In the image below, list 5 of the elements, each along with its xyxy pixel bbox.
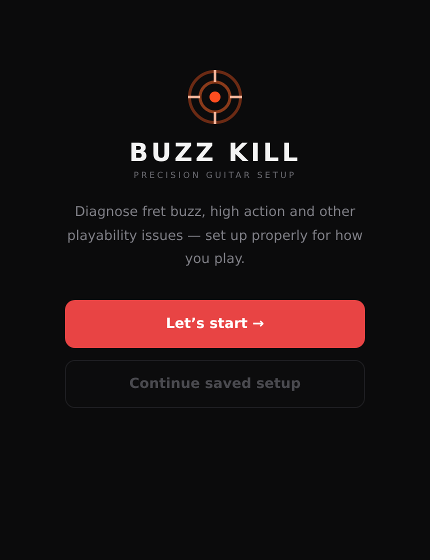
app-subtitle: PRECISION GUITAR SETUP bbox=[134, 171, 296, 181]
description-text: Diagnose fret buzz, high action and other playability issues — set up properly for how you play. bbox=[66, 203, 364, 269]
start-button[interactable]: Let’s start → bbox=[65, 300, 365, 348]
app-title: BUZZ KILL bbox=[129, 138, 301, 168]
crosshair-logo-icon bbox=[186, 68, 244, 126]
